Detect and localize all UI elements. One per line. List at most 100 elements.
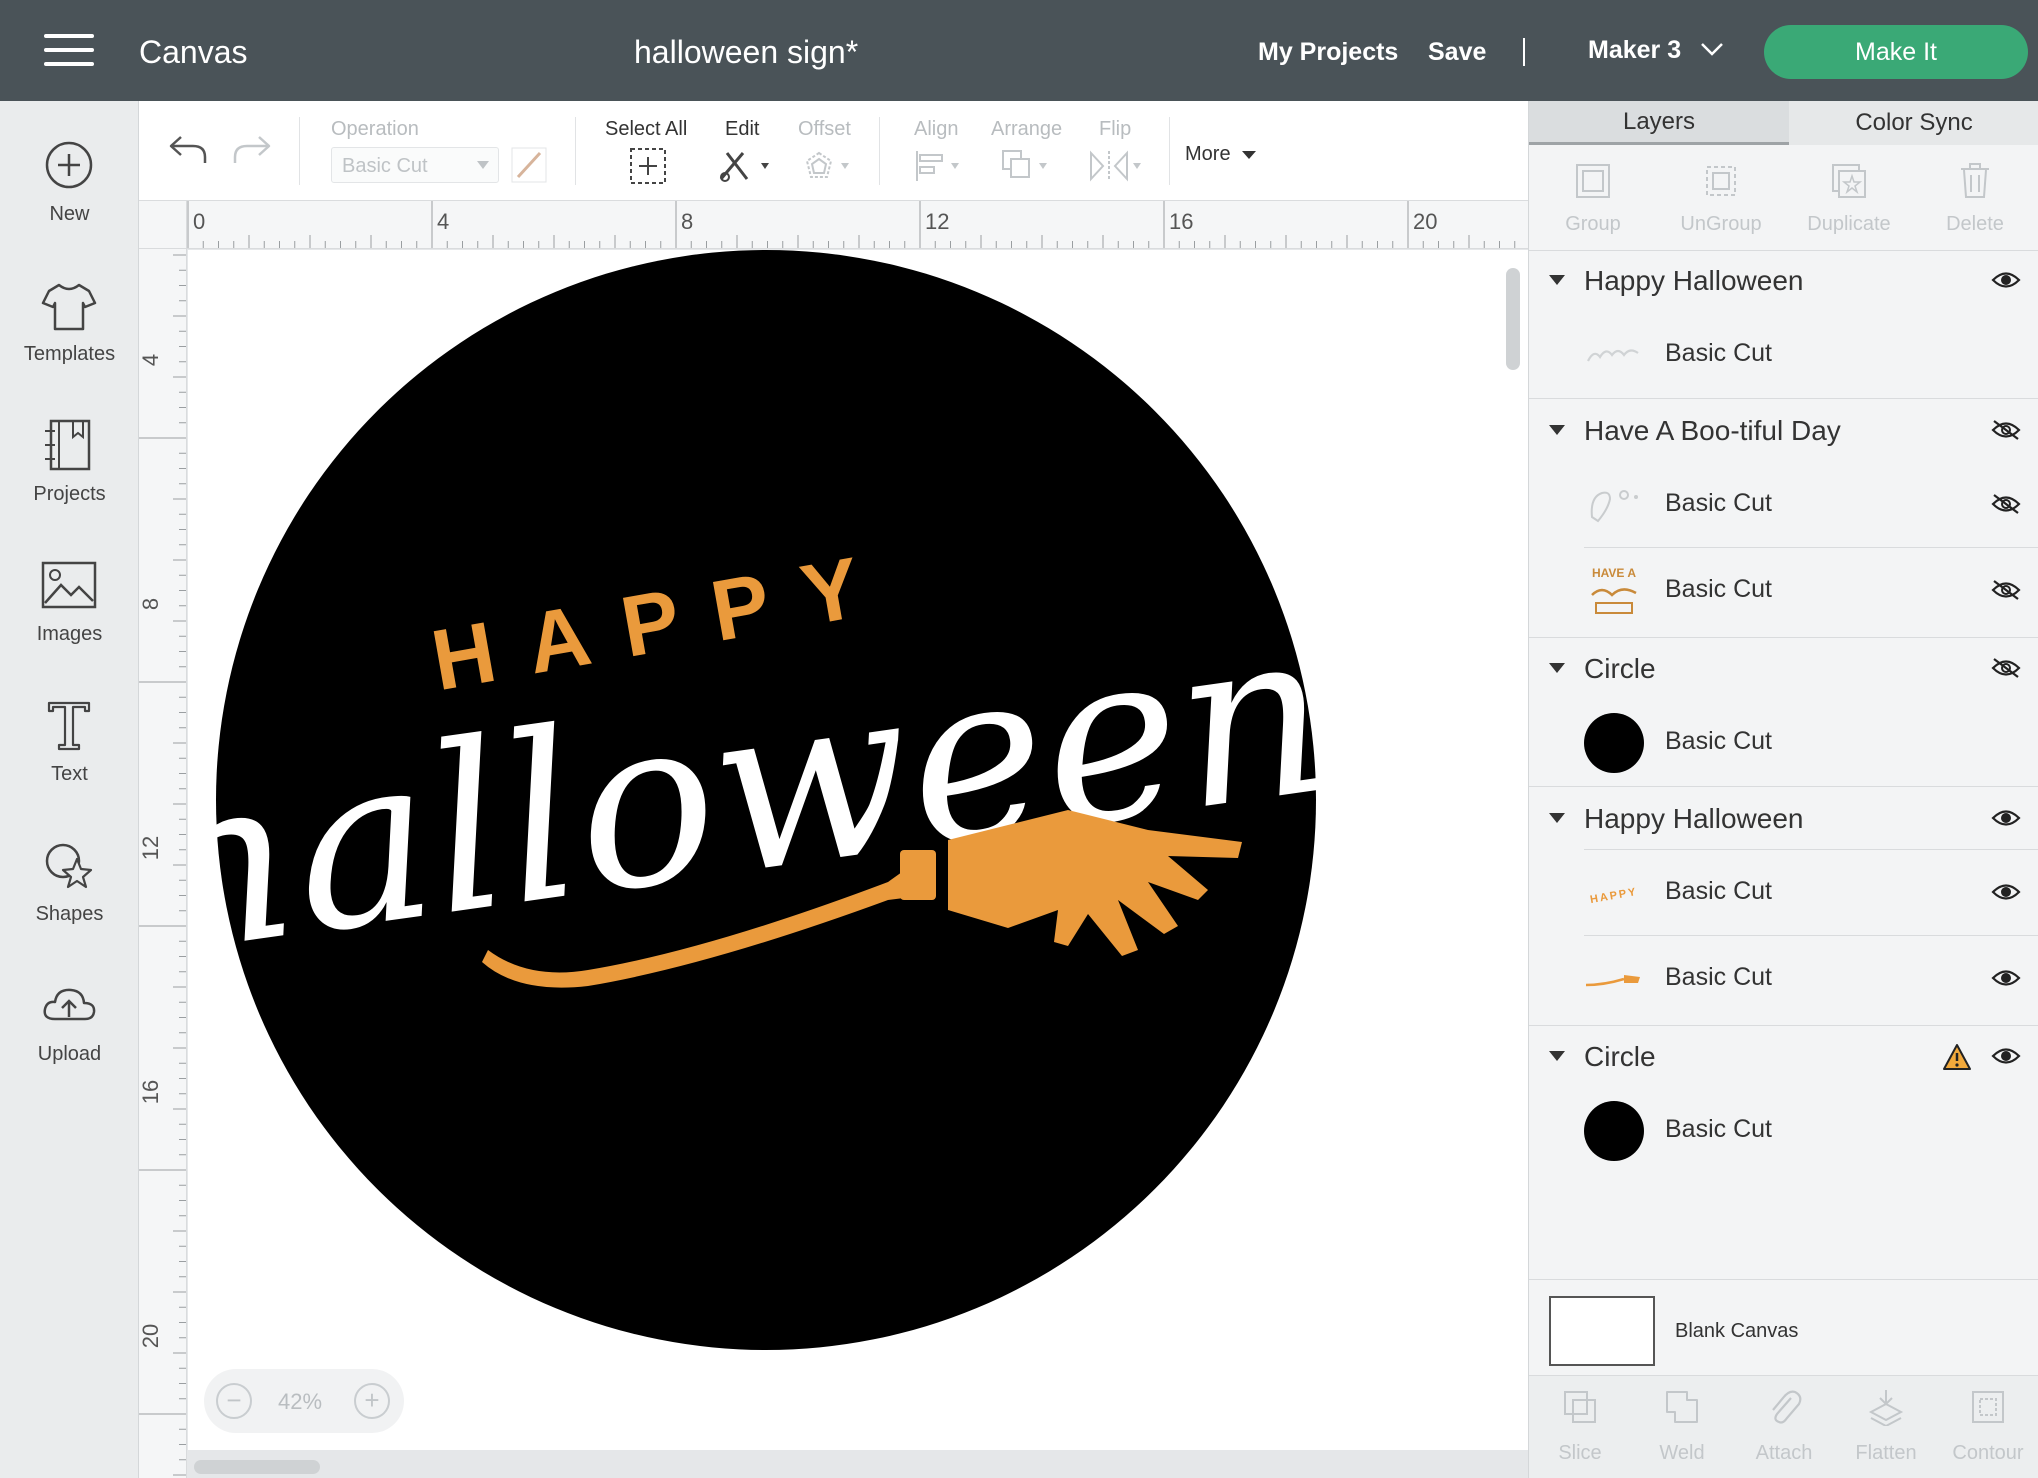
group-icon	[1576, 164, 1610, 198]
tab-layers[interactable]: Layers	[1529, 101, 1789, 145]
slice-button[interactable]: Slice	[1529, 1376, 1631, 1478]
ruler-label: 4	[437, 209, 450, 234]
layer-row[interactable]: HAVE A Basic Cut	[1529, 547, 2038, 633]
sidebar-item-shapes[interactable]: Shapes	[0, 837, 139, 957]
sidebar-item-templates[interactable]: Templates	[0, 277, 139, 397]
zoom-out-button[interactable]: −	[216, 1383, 252, 1419]
arrange-icon[interactable]	[999, 147, 1055, 185]
select-all-label: Select All	[605, 118, 688, 140]
layer-row[interactable]: Basic Cut	[1529, 1087, 2038, 1173]
halloween-sign-design[interactable]: HAPPY halloween	[188, 250, 1528, 1450]
zoom-in-button[interactable]: +	[354, 1383, 390, 1419]
layer-row[interactable]: Basic Cut	[1529, 935, 2038, 1021]
paperclip-icon	[1772, 1390, 1802, 1424]
save-link[interactable]: Save	[1428, 38, 1486, 67]
attach-button[interactable]: Attach	[1733, 1376, 1835, 1478]
linetype-swatch-icon[interactable]	[511, 147, 547, 183]
layer-row[interactable]: HAPPY Basic Cut	[1529, 849, 2038, 935]
group-separator	[1529, 398, 2038, 399]
weld-button[interactable]: Weld	[1631, 1376, 1733, 1478]
flip-icon[interactable]	[1087, 147, 1147, 185]
contour-label: Contour	[1952, 1442, 2024, 1464]
collapse-caret-icon[interactable]	[1549, 1051, 1565, 1061]
design-canvas[interactable]: HAPPY halloween	[188, 250, 1528, 1450]
eye-hidden-icon[interactable]	[1991, 657, 2021, 679]
delete-button[interactable]: Delete	[1911, 145, 2038, 251]
app-title: Canvas	[139, 34, 248, 70]
ungroup-button[interactable]: UnGroup	[1657, 145, 1785, 251]
ruler-label: 20	[1413, 209, 1438, 234]
collapse-caret-icon[interactable]	[1549, 425, 1565, 435]
machine-selector[interactable]: Maker 3	[1588, 36, 1681, 65]
sidebar-item-label: Projects	[33, 483, 106, 505]
group-button[interactable]: Group	[1529, 145, 1657, 251]
more-menu-button[interactable]: More	[1185, 143, 1257, 166]
plus-circle-icon	[45, 141, 93, 189]
select-all-icon[interactable]	[629, 147, 667, 185]
eye-icon[interactable]	[1991, 807, 2021, 829]
flip-label: Flip	[1099, 118, 1132, 140]
collapse-caret-icon[interactable]	[1549, 663, 1565, 673]
collapse-caret-icon[interactable]	[1549, 275, 1565, 285]
caret-down-icon	[1242, 150, 1257, 159]
group-label: Group	[1565, 213, 1621, 235]
warning-icon[interactable]	[1942, 1043, 1972, 1071]
document-title[interactable]: halloween sign*	[634, 34, 858, 71]
ruler-label: 12	[139, 835, 164, 861]
eye-hidden-icon[interactable]	[1991, 579, 2021, 601]
blank-canvas-swatch[interactable]	[1549, 1296, 1655, 1366]
layer-name: Basic Cut	[1665, 1115, 1772, 1143]
eye-hidden-icon[interactable]	[1991, 493, 2021, 515]
eye-icon[interactable]	[1991, 881, 2021, 903]
eye-icon[interactable]	[1991, 269, 2021, 291]
ruler-label: 16	[139, 1079, 164, 1105]
layer-group[interactable]: Happy Halloween	[1529, 789, 2038, 849]
undo-icon[interactable]	[167, 133, 209, 167]
collapse-caret-icon[interactable]	[1549, 813, 1565, 823]
blank-canvas-row[interactable]: Blank Canvas	[1529, 1279, 2038, 1375]
eye-hidden-icon[interactable]	[1991, 419, 2021, 441]
vertical-scrollbar[interactable]	[1506, 268, 1520, 370]
layer-name: Basic Cut	[1665, 575, 1772, 603]
delete-label: Delete	[1946, 213, 2004, 235]
eye-icon[interactable]	[1991, 967, 2021, 989]
layer-group[interactable]: Circle	[1529, 1027, 2038, 1087]
eye-icon[interactable]	[1991, 1045, 2021, 1067]
offset-icon[interactable]	[799, 147, 855, 185]
layer-row[interactable]: Basic Cut	[1529, 461, 2038, 547]
layer-row[interactable]: Basic Cut	[1529, 311, 2038, 397]
align-icon[interactable]	[911, 147, 967, 185]
my-projects-link[interactable]: My Projects	[1258, 38, 1398, 67]
horizontal-scrollbar[interactable]	[194, 1460, 320, 1474]
flatten-button[interactable]: Flatten	[1835, 1376, 1937, 1478]
sidebar-item-images[interactable]: Images	[0, 557, 139, 677]
edit-tools-icon[interactable]	[717, 147, 773, 185]
layer-group[interactable]: Circle	[1529, 639, 2038, 699]
make-it-button[interactable]: Make It	[1764, 25, 2028, 79]
duplicate-button[interactable]: Duplicate	[1785, 145, 1913, 251]
ruler-label: 8	[681, 209, 694, 234]
sidebar-item-new[interactable]: New	[0, 137, 139, 257]
operation-label: Operation	[331, 118, 419, 140]
group-separator	[1529, 1025, 2038, 1026]
redo-icon[interactable]	[231, 133, 273, 167]
flatten-icon	[1868, 1390, 1904, 1426]
tshirt-icon	[41, 283, 97, 331]
contour-button[interactable]: Contour	[1937, 1376, 2038, 1478]
chevron-down-icon[interactable]	[1700, 40, 1724, 58]
sidebar-item-upload[interactable]: Upload	[0, 977, 139, 1097]
tab-color-sync[interactable]: Color Sync	[1789, 101, 2038, 145]
ruler-label: 16	[1169, 209, 1194, 234]
layer-group[interactable]: Have A Boo-tiful Day	[1529, 401, 2038, 461]
zoom-level: 42%	[278, 1389, 323, 1414]
layer-name: Basic Cut	[1665, 727, 1772, 755]
hamburger-menu-icon[interactable]	[44, 34, 94, 68]
sidebar-item-text[interactable]: Text	[0, 697, 139, 817]
layer-row[interactable]: Basic Cut	[1529, 699, 2038, 785]
layer-name: Basic Cut	[1665, 339, 1772, 367]
layer-group[interactable]: Happy Halloween	[1529, 251, 2038, 311]
operation-select[interactable]: Basic Cut	[331, 147, 499, 183]
ruler-label: 12	[925, 209, 950, 234]
sidebar-item-projects[interactable]: Projects	[0, 417, 139, 537]
edit-toolbar: Operation Basic Cut Select All Edit Offs…	[139, 101, 1528, 201]
